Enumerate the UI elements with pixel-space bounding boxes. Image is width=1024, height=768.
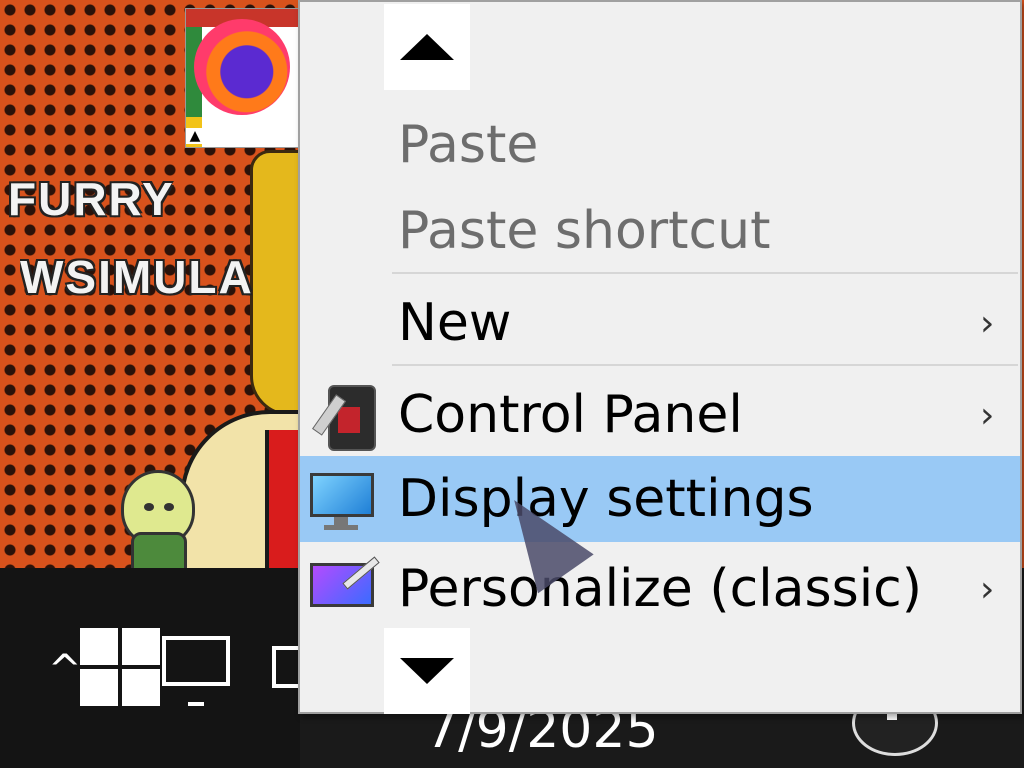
firefox-icon [194, 19, 290, 115]
menu-item-label: Control Panel [398, 385, 743, 445]
control-panel-icon [306, 379, 378, 451]
menu-item-personalize-classic[interactable]: Personalize (classic) › [300, 546, 1020, 632]
desktop-banner-text: WSIMULA [20, 251, 254, 303]
firefox-desktop-icon[interactable] [185, 8, 299, 148]
menu-item-label: Display settings [398, 469, 814, 529]
triangle-up-icon [400, 34, 454, 60]
submenu-chevron-icon: › [980, 302, 995, 344]
triangle-down-icon [400, 658, 454, 684]
shortcut-arrow-icon: ▲ [186, 128, 204, 144]
wallpaper-character [115, 470, 195, 578]
menu-item-label: New [398, 293, 512, 353]
menu-item-label: Paste [398, 115, 539, 175]
menu-item-paste[interactable]: Paste [300, 102, 1020, 188]
desktop-context-menu: Paste Paste shortcut New › Control Panel… [298, 0, 1022, 714]
desktop-banner-text: FURRY [8, 173, 175, 225]
submenu-chevron-icon: › [980, 568, 995, 610]
submenu-chevron-icon: › [980, 394, 995, 436]
personalize-monitor-icon [306, 553, 380, 625]
menu-item-label: Personalize (classic) [398, 559, 923, 619]
menu-scroll-up-button[interactable] [384, 4, 470, 90]
menu-item-new[interactable]: New › [300, 280, 1020, 366]
display-monitor-icon [306, 463, 378, 535]
menu-item-paste-shortcut[interactable]: Paste shortcut [300, 188, 1020, 274]
menu-item-display-settings[interactable]: Display settings [300, 456, 1020, 542]
network-icon[interactable] [162, 636, 230, 706]
menu-separator [392, 364, 1018, 366]
menu-separator [392, 272, 1018, 274]
menu-item-control-panel[interactable]: Control Panel › [300, 372, 1020, 458]
show-hidden-icons-chevron-icon[interactable]: ^ [48, 650, 82, 690]
start-button-windows-icon[interactable] [80, 628, 160, 706]
menu-item-label: Paste shortcut [398, 201, 771, 261]
menu-scroll-down-button[interactable] [384, 628, 470, 714]
